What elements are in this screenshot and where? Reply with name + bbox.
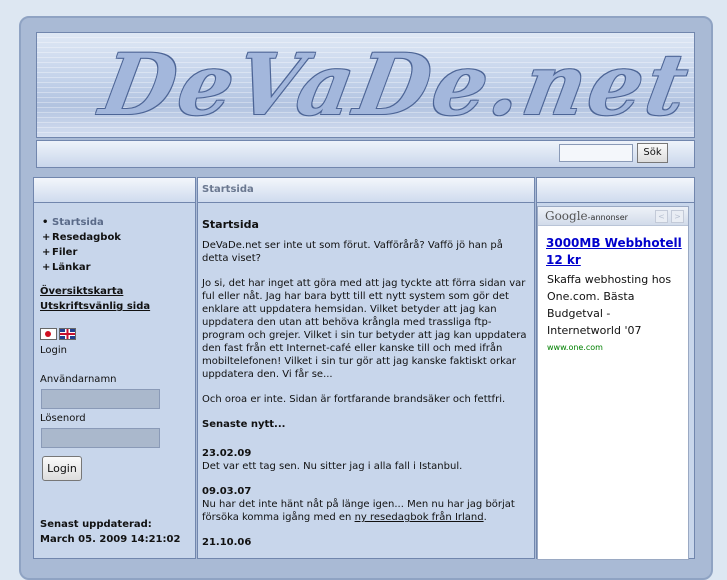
username-field[interactable] — [41, 389, 160, 409]
main-content: Startsida Startsida DeVaDe.net ser inte … — [197, 177, 535, 559]
latest-news-heading: Senaste nytt... — [202, 419, 286, 430]
login-title: Login — [40, 345, 67, 356]
site-logo[interactable]: DeVaDe.net — [94, 35, 694, 134]
left-sidebar: • Startsida + Resedagbok + Filer + Länkar Öv… — [33, 177, 196, 559]
chevron-left-icon[interactable]: < — [655, 210, 668, 223]
ad-text: Skaffa webhosting hos One.com. Bästa Bud… — [547, 273, 672, 337]
language-flags — [40, 328, 195, 340]
search-button[interactable]: Sök — [637, 143, 668, 163]
google-ad: Google-annonser < > 3000MB Webbhotell 12… — [537, 206, 689, 560]
plus-icon: + — [42, 247, 51, 258]
right-sidebar: Google-annonser < > 3000MB Webbhotell 12… — [536, 177, 695, 560]
nav-item-filer[interactable]: + Filer — [42, 245, 195, 260]
login-button[interactable]: Login — [42, 456, 82, 481]
last-updated: Senast uppdaterad: March 05. 2009 14:21:… — [40, 517, 195, 547]
body-paragraph: Och oroa er inte. Sidan är fortfarande b… — [202, 394, 506, 405]
password-field[interactable] — [41, 428, 160, 448]
news-text: Nu har det inte hänt nåt på länge igen..… — [202, 499, 515, 523]
resedagbok-irland-link[interactable]: ny resedagbok från Irland — [355, 512, 484, 523]
main-nav: • Startsida + Resedagbok + Filer + Länkar — [42, 215, 195, 275]
japan-flag-icon[interactable] — [40, 328, 57, 340]
right-sidebar-header — [537, 178, 694, 203]
google-logo: Google-annonser — [545, 209, 628, 223]
news-date: 23.02.09 — [202, 448, 252, 459]
ad-header: Google-annonser < > — [538, 207, 688, 226]
nav-item-resedagbok[interactable]: + Resedagbok — [42, 230, 195, 245]
news-item: 09.03.07 Nu har det inte hänt nåt på län… — [202, 485, 530, 524]
intro-text: DeVaDe.net ser inte ut som förut. Vafför… — [202, 240, 503, 264]
search-bar: Sök — [36, 140, 695, 168]
news-text: Det var ett tag sen. Nu sitter jag i all… — [202, 461, 463, 472]
ad-url[interactable]: www.one.com — [547, 343, 688, 352]
uk-flag-icon[interactable] — [59, 328, 76, 340]
left-sidebar-header — [34, 178, 195, 203]
username-label: Användarnamn — [40, 374, 117, 385]
print-link[interactable]: Utskriftsvänlig sida — [40, 299, 195, 314]
plus-icon: + — [42, 232, 51, 243]
site-banner: DeVaDe.net — [36, 32, 695, 138]
ad-title-link[interactable]: 3000MB Webbhotell 12 kr — [546, 235, 688, 269]
chevron-right-icon[interactable]: > — [671, 210, 684, 223]
search-input[interactable] — [559, 144, 633, 162]
news-item: 21.10.06 — [202, 536, 530, 549]
nav-item-startsida[interactable]: • Startsida — [42, 215, 195, 230]
sitemap-link[interactable]: Översiktskarta — [40, 284, 195, 299]
news-item: 23.02.09 Det var ett tag sen. Nu sitter … — [202, 447, 530, 473]
bullet-icon: • — [42, 217, 49, 228]
breadcrumb: Startsida — [198, 178, 534, 203]
page-title: Startsida — [202, 218, 259, 231]
password-label: Lösenord — [40, 413, 86, 424]
news-date: 21.10.06 — [202, 537, 252, 548]
nav-item-lankar[interactable]: + Länkar — [42, 260, 195, 275]
plus-icon: + — [42, 262, 51, 273]
body-paragraph: Jo si, det har inget att göra med att ja… — [202, 278, 527, 380]
article: Startsida DeVaDe.net ser inte ut som för… — [198, 218, 534, 549]
last-updated-label: Senast uppdaterad: — [40, 519, 152, 530]
news-date: 09.03.07 — [202, 486, 252, 497]
